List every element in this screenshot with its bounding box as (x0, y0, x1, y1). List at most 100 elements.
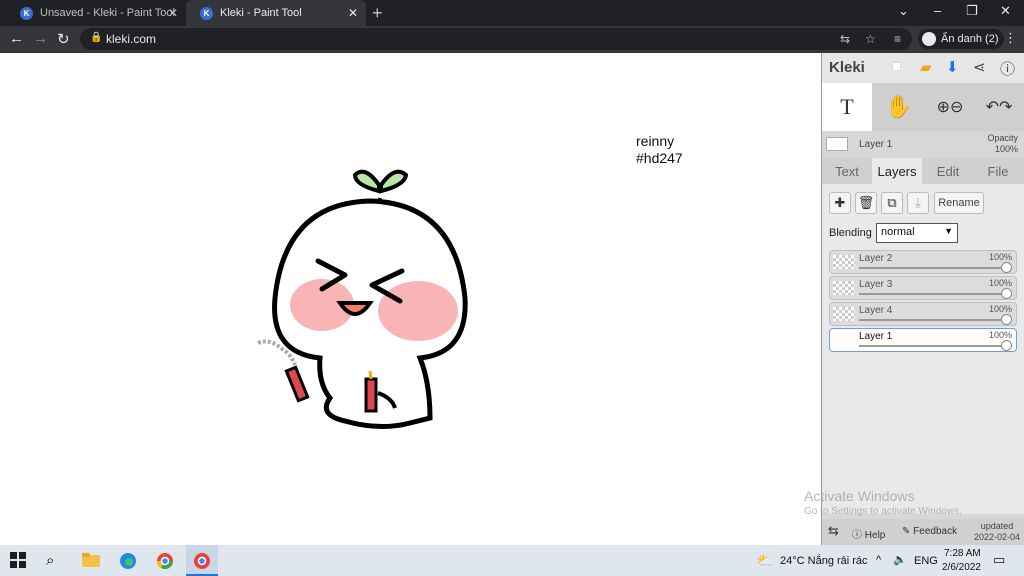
layer-opacity-slider[interactable] (859, 267, 1007, 269)
opacity-readout[interactable]: Opacity 100% (987, 133, 1018, 155)
merge-down-button[interactable]: ⤓ (907, 192, 929, 214)
layers-panel: ✚ 🗑 ⧉ ⤓ Rename Blending normal ▼ Layer 2… (822, 184, 1024, 514)
hand-tool-icon[interactable]: ✋ (874, 83, 924, 131)
blush-right (378, 281, 458, 341)
incognito-profile-button[interactable]: Ẩn danh (2) (918, 29, 1005, 49)
share-icon[interactable]: ⋖ (973, 58, 986, 76)
slider-knob[interactable] (1001, 340, 1012, 351)
back-icon[interactable]: ← (9, 30, 24, 47)
tab-close-icon[interactable]: ✕ (348, 6, 358, 20)
tab-search-icon[interactable]: ⌄ (898, 3, 909, 19)
layer-item-selected[interactable]: Layer 1 100% (829, 328, 1017, 352)
file-explorer-icon[interactable] (82, 552, 100, 570)
rename-layer-button[interactable]: Rename (934, 192, 984, 214)
translate-icon[interactable]: ⇆ (840, 32, 850, 46)
tab-edit[interactable]: Edit (923, 158, 973, 184)
layer-opacity-slider[interactable] (859, 345, 1007, 347)
tab-file[interactable]: File (973, 158, 1023, 184)
search-icon[interactable]: ⌕ (46, 552, 64, 570)
windows-taskbar: ⌕ ⛅ 24°C Nắng rải rác ^ 🔈 ENG 7:28 AM 2/… (0, 545, 1024, 576)
layer-item[interactable]: Layer 4 100% (829, 302, 1017, 326)
close-window-button[interactable]: ✕ (1000, 3, 1011, 19)
layer-thumbnail (826, 137, 848, 151)
feedback-button[interactable]: ✎ Feedback (902, 526, 957, 537)
text-tool-icon[interactable]: T (822, 83, 872, 131)
firecracker-left (284, 365, 310, 403)
layer-thumbnail (833, 255, 855, 269)
tab-layers[interactable]: Layers (872, 158, 922, 184)
swap-side-icon[interactable]: ⇆ (828, 523, 839, 539)
firecracker-right (364, 377, 378, 413)
canvas-drawing (257, 169, 468, 430)
drawing-canvas[interactable]: reinny #hd247 (0, 53, 822, 545)
add-layer-button[interactable]: ✚ (829, 192, 851, 214)
language-indicator[interactable]: ENG (914, 555, 938, 567)
layer-opacity-slider[interactable] (859, 319, 1007, 321)
zoom-icon[interactable]: ⊕⊖ (926, 83, 974, 131)
url-text: kleki.com (106, 32, 157, 46)
tab-text[interactable]: Text (822, 158, 872, 184)
tab-title: Unsaved - Kleki - Paint Tool (40, 7, 175, 19)
slider-knob[interactable] (1001, 314, 1012, 325)
help-button[interactable]: ⓘ Help (852, 526, 885, 541)
notification-icon[interactable]: ▭ (993, 552, 1005, 568)
undo-redo-icon[interactable]: ↶↷ (974, 83, 1024, 131)
clock-time[interactable]: 7:28 AM (944, 548, 981, 559)
edge-icon[interactable] (119, 552, 137, 570)
slider-knob[interactable] (1001, 262, 1012, 273)
sprout-leaf-right (379, 169, 409, 194)
browser-toolbar: ← → ↻ 🔒 kleki.com ⇆ ☆ ≡ Ẩn danh (2) ⋮ (0, 26, 1024, 53)
menu-icon[interactable]: ⋮ (1004, 30, 1017, 46)
kleki-favicon-icon: K (20, 6, 33, 20)
panel-tabs: Text Layers Edit File (822, 158, 1024, 184)
blending-select[interactable]: normal ▼ (876, 223, 958, 243)
address-bar[interactable]: 🔒 kleki.com ⇆ ☆ ≡ (80, 28, 912, 50)
layer-item[interactable]: Layer 2 100% (829, 250, 1017, 274)
sprout-leaf-left (352, 169, 381, 194)
weather-icon[interactable]: ⛅ (756, 552, 774, 570)
browser-tab-kleki[interactable]: K Kleki - Paint Tool ✕ (186, 0, 366, 26)
maximize-button[interactable]: ❐ (966, 3, 978, 19)
delete-layer-button[interactable]: 🗑 (855, 192, 877, 214)
blending-label: Blending (829, 227, 872, 239)
updated-info[interactable]: updated 2022-02-04 (974, 521, 1020, 543)
incognito-icon (922, 32, 936, 46)
tab-title: Kleki - Paint Tool (220, 7, 302, 19)
windows-start-icon[interactable] (10, 552, 28, 570)
clock-date[interactable]: 2/6/2022 (942, 562, 981, 573)
duplicate-layer-button[interactable]: ⧉ (881, 192, 903, 214)
weather-text[interactable]: 24°C Nắng rải rác (780, 555, 868, 567)
slider-knob[interactable] (1001, 288, 1012, 299)
chevron-down-icon: ▼ (944, 226, 953, 236)
panel-footer: ⇆ ⓘ Help ✎ Feedback updated 2022-02-04 (822, 519, 1024, 545)
forward-icon[interactable]: → (33, 30, 48, 47)
reload-icon[interactable]: ↻ (57, 30, 70, 48)
new-image-icon[interactable]: ■ (892, 58, 901, 75)
minimize-button[interactable]: – (934, 3, 941, 18)
activate-windows-subtitle: Go to Settings to activate Windows. (804, 506, 962, 517)
layer-thumbnail (833, 333, 855, 347)
download-icon[interactable]: ⬇ (946, 58, 959, 76)
browser-tab-unsaved[interactable]: K Unsaved - Kleki - Paint Tool ✕ (6, 0, 186, 26)
kleki-favicon-icon: K (200, 6, 213, 20)
current-layer-header: Layer 1 Opacity 100% (822, 131, 1024, 157)
brand-row: Kleki ■ ▰ ⬇ ⋖ ⓘ (822, 53, 1024, 83)
help-circle-icon[interactable]: ⓘ (1000, 58, 1015, 79)
profile-label: Ẩn danh (2) (941, 33, 999, 45)
chrome-icon[interactable] (156, 552, 174, 570)
reading-list-icon[interactable]: ≡ (894, 32, 901, 46)
layer-opacity-slider[interactable] (859, 293, 1007, 295)
layer-thumbnail (833, 281, 855, 295)
tab-close-icon[interactable]: ✕ (168, 6, 178, 20)
tray-chevron-icon[interactable]: ^ (876, 554, 881, 566)
chrome-incognito-taskbar-button[interactable] (186, 545, 218, 576)
bookmark-star-icon[interactable]: ☆ (865, 32, 876, 46)
activate-windows-title: Activate Windows (804, 488, 915, 504)
browser-tab-strip: K Unsaved - Kleki - Paint Tool ✕ K Kleki… (0, 0, 1024, 26)
layer-item[interactable]: Layer 3 100% (829, 276, 1017, 300)
open-folder-icon[interactable]: ▰ (920, 58, 932, 76)
kleki-logo: Kleki (829, 59, 865, 76)
new-tab-button[interactable]: + (372, 3, 383, 24)
volume-icon[interactable]: 🔈 (893, 553, 907, 566)
lock-icon: 🔒 (90, 32, 103, 43)
